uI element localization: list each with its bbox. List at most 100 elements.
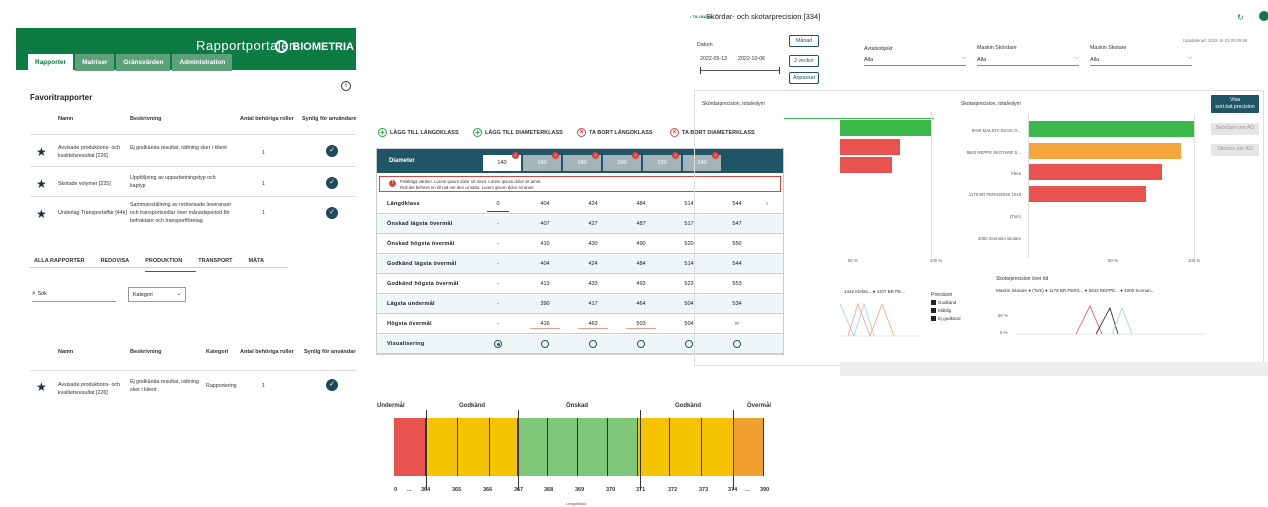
subtab-produktion[interactable]: PRODUKTION (145, 256, 197, 272)
table-cell[interactable]: 484 (626, 261, 656, 267)
diameter-tab[interactable]: 160! (523, 152, 561, 171)
user-avatar[interactable] (1259, 11, 1268, 21)
star-icon[interactable]: ★ (36, 145, 47, 159)
table-cell[interactable]: 424 (578, 261, 608, 267)
table-cell[interactable]: 404 (530, 201, 560, 207)
fav-name[interactable]: Underlag Transportaffär [44k] (58, 209, 127, 217)
refresh-icon[interactable]: ↻ (1237, 13, 1244, 22)
bar[interactable] (1028, 121, 1194, 137)
fav-name[interactable]: Skotade volymer [225] (58, 180, 126, 188)
visualize-radio[interactable] (589, 340, 597, 348)
result-name[interactable]: Avvisade produktions- och kvalitetsresul… (58, 381, 126, 397)
table-cell[interactable]: - (483, 281, 513, 287)
bar[interactable] (840, 120, 932, 136)
remove-length-class-button[interactable]: × TA BORT LÄNGDKLASS (577, 128, 653, 137)
plus-icon: + (378, 128, 387, 137)
show-sort-precision-button[interactable]: Visa sort.kat.precision (1211, 95, 1259, 113)
bar[interactable] (1028, 143, 1181, 159)
table-cell[interactable]: 413 (530, 281, 560, 287)
bar[interactable] (840, 139, 900, 155)
bar[interactable] (1028, 164, 1162, 180)
subtab-transport[interactable]: TRANSPORT (198, 256, 246, 272)
add-diameter-class-button[interactable]: + LÄGG TILL DIAMETERKLASS (473, 128, 563, 137)
date-from[interactable]: 2022-05-13 (700, 56, 727, 62)
legend-item[interactable]: Godkänd (931, 300, 956, 305)
tab-rapporter[interactable]: Rapporter (28, 54, 74, 71)
bar-label: 5843 REPPE SKOTARE S... (966, 150, 1021, 155)
diameter-tab[interactable]: 220! (643, 152, 681, 171)
custom-button[interactable]: Anpassat (789, 72, 819, 84)
table-cell[interactable]: 463 (578, 321, 608, 329)
visualize-radio[interactable] (637, 340, 645, 348)
filter-label: Maskin Skotare (1090, 45, 1127, 51)
harvester-per-ao-button[interactable]: Skördare per AO (1211, 123, 1259, 135)
visualize-radio[interactable] (494, 340, 502, 348)
fav-roles: 1 (262, 181, 265, 187)
visualize-radio[interactable] (685, 340, 693, 348)
table-cell[interactable]: 487 (626, 221, 656, 227)
table-cell[interactable]: - (483, 321, 513, 327)
table-cell[interactable]: 430 (578, 241, 608, 247)
table-cell[interactable]: 407 (530, 221, 560, 227)
subtab-mata[interactable]: MÄTA (248, 256, 277, 272)
table-cell[interactable]: 410 (530, 241, 560, 247)
table-cell[interactable]: - (483, 221, 513, 227)
table-cell[interactable]: 404 (530, 261, 560, 267)
col-roles: Antal behöriga roller (240, 349, 294, 355)
subtab-redovisa[interactable]: REDOVISA (101, 256, 144, 272)
check-icon: ✓ (326, 145, 338, 157)
table-cell[interactable]: - (483, 241, 513, 247)
fav-name[interactable]: Avvisade produktions- och kvalitetsresul… (58, 144, 126, 160)
date-to[interactable]: 2022-10-06 (738, 56, 765, 62)
legend-item[interactable]: Ej godkänd (931, 316, 961, 321)
diameter-tab[interactable]: 140! (483, 152, 521, 171)
bar[interactable] (1028, 186, 1146, 202)
forwarder-per-ao-button[interactable]: Skotare per AO (1211, 144, 1259, 156)
date-slider[interactable] (700, 67, 780, 74)
tab-matriser[interactable]: Matriser (75, 54, 115, 71)
star-icon[interactable]: ★ (36, 177, 47, 191)
table-cell[interactable]: 416 (530, 321, 560, 329)
month-button[interactable]: Månad (789, 35, 819, 47)
tab-administration[interactable]: Administration (172, 54, 233, 71)
scale-segment (670, 418, 702, 476)
table-cell[interactable]: 0 (483, 201, 513, 207)
table-cell[interactable]: 493 (626, 281, 656, 287)
star-icon[interactable]: ★ (36, 207, 47, 221)
star-icon[interactable]: ★ (36, 380, 47, 394)
table-cell[interactable]: 503 (626, 321, 656, 329)
row-label: Längdklass (387, 201, 420, 207)
search-input[interactable]: ⌕ Sök (32, 290, 116, 302)
table-cell[interactable]: 490 (626, 241, 656, 247)
left-chart-title: Skördarprecision, totalvolym (702, 101, 765, 107)
scroll-bar[interactable] (840, 362, 1268, 376)
search-icon: ⌕ (32, 290, 36, 297)
right-time-chart (1016, 305, 1206, 335)
table-cell[interactable]: 464 (626, 301, 656, 307)
right-chart-title: Skotarprecision, totalvolym (961, 101, 1021, 107)
table-cell[interactable]: 417 (578, 301, 608, 307)
length-scale (394, 418, 764, 476)
subtab-all[interactable]: ALLA RAPPORTER (34, 256, 99, 272)
add-length-class-button[interactable]: + LÄGG TILL LÄNGDKLASS (378, 128, 459, 137)
avtalsobjekt-select[interactable]: Alla (864, 55, 966, 66)
diameter-tab[interactable]: 200! (603, 152, 641, 171)
bar[interactable] (840, 157, 892, 173)
table-cell[interactable]: 390 (530, 301, 560, 307)
legend-item[interactable]: Måttlig (931, 308, 951, 313)
date-label: Datum (697, 42, 713, 48)
table-cell[interactable]: 427 (578, 221, 608, 227)
skordare-select[interactable]: Alla (977, 55, 1079, 66)
info-icon[interactable]: i (341, 81, 351, 91)
table-cell[interactable]: - (483, 261, 513, 267)
visualize-radio[interactable] (541, 340, 549, 348)
table-cell[interactable]: 484 (626, 201, 656, 207)
diameter-tab[interactable]: 180! (563, 152, 601, 171)
category-select[interactable]: Kategori ⌄ (128, 287, 186, 302)
table-cell[interactable]: 433 (578, 281, 608, 287)
table-cell[interactable]: - (483, 301, 513, 307)
tab-gransvarden[interactable]: Gränsvärden (116, 54, 171, 71)
two-weeks-button[interactable]: 2 veckor (789, 55, 819, 67)
table-cell[interactable]: 424 (578, 201, 608, 207)
skotare-select[interactable]: Alla (1090, 55, 1192, 66)
